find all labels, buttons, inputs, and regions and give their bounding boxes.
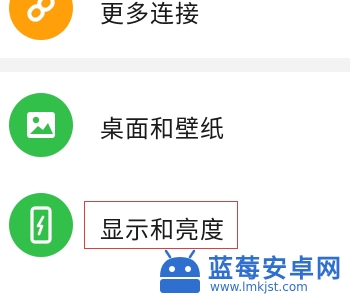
link-icon — [9, 0, 73, 40]
phone-brightness-icon — [9, 193, 73, 257]
watermark-url: www.lmkjst.com — [210, 280, 308, 294]
settings-item-label: 桌面和壁纸 — [100, 115, 225, 143]
settings-item-more-connections[interactable]: 更多连接 — [0, 0, 350, 58]
settings-item-desktop-wallpaper[interactable]: 桌面和壁纸 — [0, 72, 350, 178]
android-robot-icon — [160, 249, 200, 293]
site-watermark: 蓝莓安卓网 www.lmkjst.com — [160, 247, 346, 299]
image-icon — [9, 93, 73, 157]
section-separator — [0, 58, 350, 72]
settings-item-label: 更多连接 — [100, 0, 200, 28]
highlight-annotation-box — [84, 201, 238, 249]
